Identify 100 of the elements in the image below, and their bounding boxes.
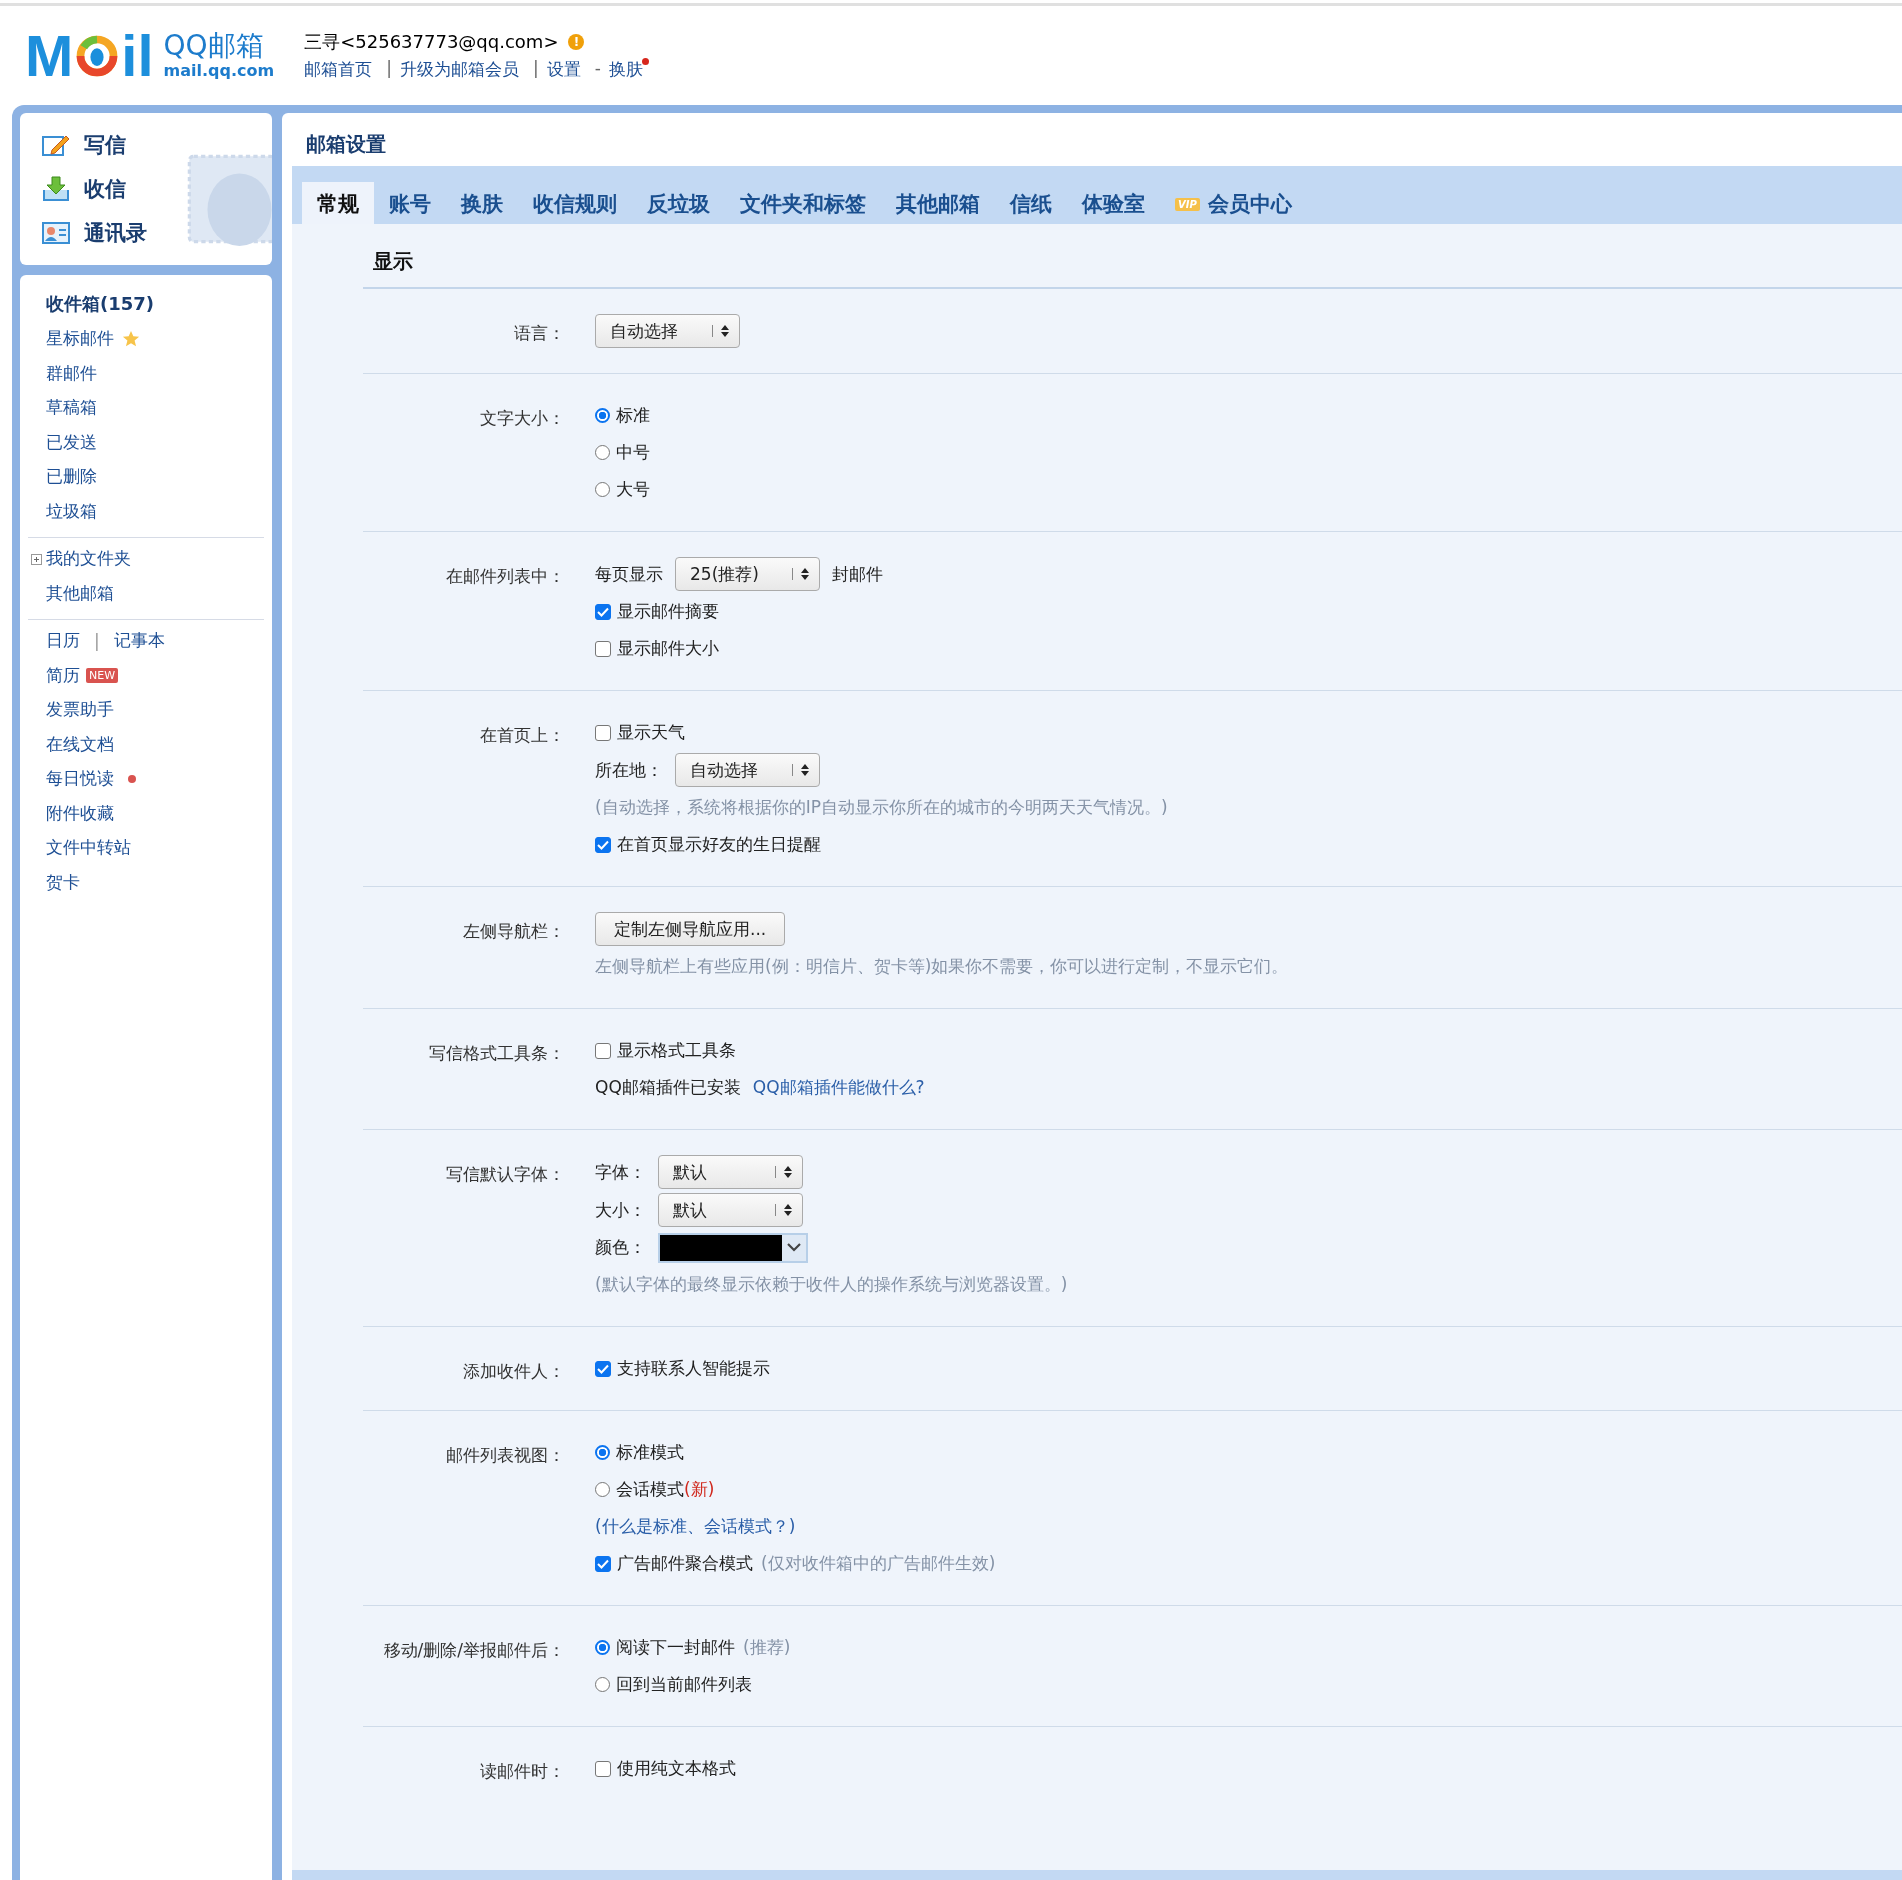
sidebar-item[interactable]: 其他邮箱	[46, 581, 114, 605]
sort-arrows-icon	[784, 1166, 792, 1178]
sidebar-item[interactable]: 收件箱(157)	[46, 292, 155, 317]
separator: |	[386, 58, 392, 78]
checkbox[interactable]	[595, 1555, 611, 1572]
setting-label: 移动/删除/举报邮件后：	[382, 1639, 565, 1662]
sort-arrows-icon	[784, 1204, 792, 1216]
compose-icon	[42, 133, 70, 157]
notification-dot	[128, 774, 136, 783]
tab[interactable]: 常规	[302, 182, 374, 224]
tab[interactable]: 文件夹和标签	[725, 182, 881, 224]
sidebar-item[interactable]: 草稿箱	[46, 396, 97, 420]
option-label: 显示邮件摘要	[617, 600, 719, 623]
help-link[interactable]: (什么是标准、会话模式？)	[595, 1515, 796, 1538]
sidebar-item[interactable]: 群邮件	[46, 361, 97, 385]
hint-text: (仅对收件箱中的广告邮件生效)	[761, 1552, 996, 1575]
color-picker[interactable]	[658, 1232, 808, 1263]
checkbox[interactable]	[595, 724, 611, 741]
option-label: 支持联系人智能提示	[617, 1357, 770, 1380]
checkbox[interactable]	[595, 603, 611, 620]
setting-label: 左侧导航栏：	[462, 920, 565, 943]
field-label: 大小：	[595, 1198, 646, 1222]
select-dropdown[interactable]: 25(推荐)	[675, 557, 820, 591]
expand-icon[interactable]	[31, 553, 42, 565]
header-link[interactable]: 换肤	[608, 58, 649, 81]
select-dropdown[interactable]: 默认	[658, 1193, 803, 1227]
page-title: 邮箱设置	[305, 131, 387, 158]
option-label: 显示邮件大小	[617, 637, 719, 660]
tab[interactable]: VIP 会员中心	[1160, 182, 1307, 224]
setting-label: 在邮件列表中：	[445, 565, 565, 588]
account-name: 三寻<525637773@qq.com>	[304, 30, 559, 54]
option-label: 标准	[616, 404, 650, 427]
field-label: 封邮件	[832, 562, 883, 586]
checkbox[interactable]	[595, 640, 611, 657]
header-link[interactable]: 邮箱首页	[304, 58, 379, 81]
tab[interactable]: 体验室	[1067, 182, 1160, 224]
sidebar-item[interactable]: 我的文件夹	[46, 547, 131, 571]
radio-button[interactable]	[595, 1677, 610, 1692]
tab[interactable]: 其他邮箱	[881, 182, 995, 224]
radio-button[interactable]	[595, 1445, 610, 1460]
sidebar-item[interactable]: 在线文档	[46, 732, 114, 756]
tab[interactable]: 信纸	[995, 182, 1067, 224]
hint-text: (默认字体的最终显示依赖于收件人的操作系统与浏览器设置。)	[595, 1273, 1068, 1296]
radio-button[interactable]	[595, 408, 610, 423]
sidebar-item[interactable]: 已删除	[46, 465, 97, 489]
chevron-down-icon	[787, 1243, 801, 1252]
option-label: 显示格式工具条	[617, 1039, 736, 1062]
header-link[interactable]: 升级为邮箱会员	[399, 58, 525, 81]
logo-domain: mail.qq.com	[163, 61, 275, 81]
help-link[interactable]: QQ邮箱插件能做什么?	[752, 1076, 925, 1099]
radio-button[interactable]	[595, 445, 610, 460]
quick-action[interactable]: 写信	[42, 123, 272, 167]
checkbox[interactable]	[595, 1042, 611, 1059]
radio-button[interactable]	[595, 1640, 610, 1655]
tab[interactable]: 账号	[374, 182, 446, 224]
separator: -	[594, 58, 601, 78]
sidebar-item[interactable]: 发票助手	[46, 698, 114, 722]
sidebar-item[interactable]: 简历	[46, 663, 80, 687]
select-dropdown[interactable]: 自动选择	[595, 314, 740, 348]
select-dropdown[interactable]: 自动选择	[675, 753, 820, 787]
customize-button[interactable]: 定制左侧导航应用...	[595, 912, 786, 946]
logo-name: QQ邮箱	[163, 30, 265, 62]
option-label: 显示天气	[617, 721, 685, 744]
checkbox[interactable]	[595, 836, 611, 853]
option-label: 阅读下一封邮件	[616, 1636, 735, 1659]
setting-label: 在首页上：	[479, 724, 565, 747]
setting-label: 语言：	[513, 322, 565, 345]
sidebar-item[interactable]: 已发送	[46, 430, 97, 454]
sidebar-item[interactable]: 贺卡	[46, 870, 80, 894]
sidebar-item[interactable]: 垃圾箱	[46, 499, 97, 523]
hint-text: 左侧导航栏上有些应用(例：明信片、贺卡等)如果你不需要，你可以进行定制，不显示它们。	[595, 955, 1289, 978]
header-link[interactable]: 设置	[546, 58, 587, 81]
contact-card-icon	[42, 222, 70, 244]
setting-label: 写信格式工具条：	[428, 1042, 565, 1065]
select-dropdown[interactable]: 默认	[658, 1155, 803, 1189]
checkbox[interactable]	[595, 1360, 611, 1377]
setting-label: 读邮件时：	[479, 1760, 565, 1783]
hint-text: (推荐)	[743, 1636, 791, 1659]
sidebar-link[interactable]: 日历	[46, 629, 80, 653]
tab[interactable]: 反垃圾	[632, 182, 725, 224]
sidebar-item[interactable]: 附件收藏	[46, 801, 114, 825]
field-label: 每页显示	[595, 562, 663, 586]
tab[interactable]: 换肤	[446, 182, 518, 224]
sidebar-link[interactable]: 记事本	[113, 629, 165, 653]
option-label: 标准模式	[616, 1441, 684, 1464]
radio-button[interactable]	[595, 482, 610, 497]
checkbox[interactable]	[595, 1760, 611, 1777]
quick-action[interactable]: 收信	[42, 167, 272, 211]
radio-button[interactable]	[595, 1482, 610, 1497]
option-label: 回到当前邮件列表	[616, 1673, 752, 1696]
option-label: 使用纯文本格式	[617, 1757, 736, 1780]
sidebar-item[interactable]: 每日悦读	[46, 767, 114, 791]
setting-label: 写信默认字体：	[445, 1163, 565, 1186]
tab[interactable]: 收信规则	[518, 182, 632, 224]
field-label: 所在地：	[595, 758, 663, 782]
sidebar-item[interactable]: 星标邮件	[46, 327, 114, 351]
option-label: 在首页显示好友的生日提醒	[617, 833, 821, 856]
sidebar-item[interactable]: 文件中转站	[46, 836, 131, 860]
quick-action[interactable]: 通讯录	[42, 211, 272, 255]
option-label: 中号	[616, 441, 650, 464]
